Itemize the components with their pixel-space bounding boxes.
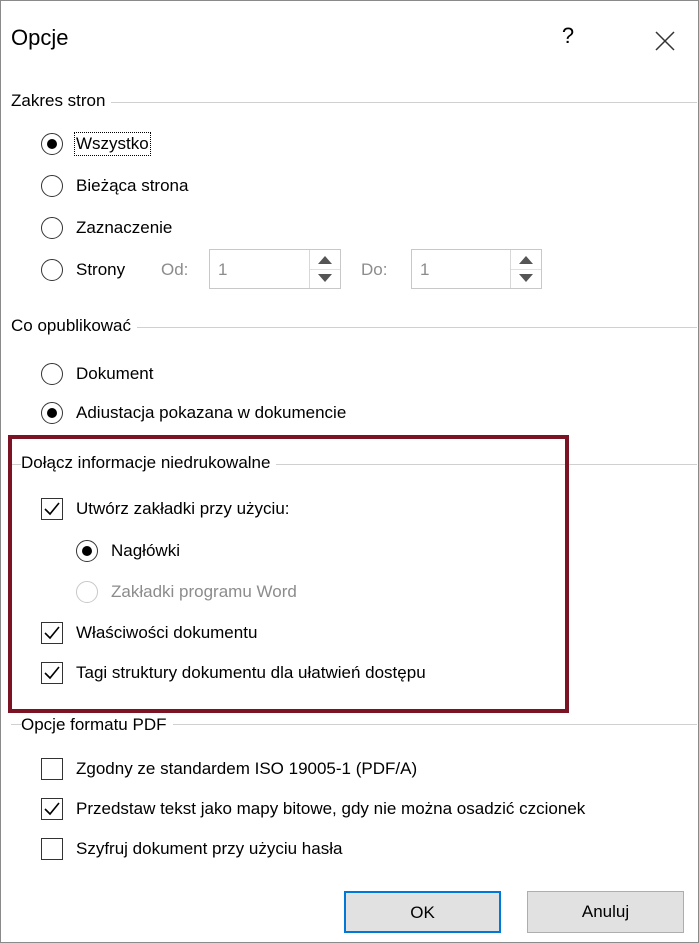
radio-all[interactable] [41,133,63,155]
checkbox-encrypt-label[interactable]: Szyfruj dokument przy użyciu hasła [76,839,342,859]
radio-markup-label[interactable]: Adiustacja pokazana w dokumencie [76,403,346,423]
arrow-down-icon [318,274,332,282]
to-label: Do: [361,260,388,279]
close-button[interactable] [641,19,689,63]
to-spinner[interactable]: 1 [411,249,542,289]
from-spinner-buttons [309,250,340,288]
radio-selection[interactable] [41,217,63,239]
checkbox-iso[interactable] [41,758,63,780]
checkbox-encrypt[interactable] [41,838,63,860]
page-range-label: Zakres stron [11,91,112,111]
radio-document[interactable] [41,363,63,385]
dialog-title: Opcje [11,25,69,50]
radio-all-label[interactable]: Wszystko [74,132,151,156]
options-dialog: Opcje ? Zakres stron Wszystko Bieżąca st… [0,0,699,943]
radio-pages-label[interactable]: Strony [76,260,125,280]
checkbox-bitmap-label[interactable]: Przedstaw tekst jako mapy bitowe, gdy ni… [76,799,585,819]
pdf-options-label: Opcje formatu PDF [21,715,173,735]
radio-current-page[interactable] [41,175,63,197]
from-increment-button[interactable] [310,250,340,270]
from-label: Od: [161,260,189,279]
arrow-up-icon [519,256,533,264]
checkbox-bitmap[interactable] [41,798,63,820]
radio-pages[interactable] [41,259,63,281]
to-increment-button[interactable] [511,250,541,270]
radio-document-label[interactable]: Dokument [76,364,153,384]
to-decrement-button[interactable] [511,269,541,288]
radio-selection-label[interactable]: Zaznaczenie [76,218,172,238]
title-bar: Opcje ? [1,1,698,85]
highlight-frame [8,435,569,713]
close-icon [655,31,675,51]
radio-current-page-label[interactable]: Bieżąca strona [76,176,188,196]
publish-what-label: Co opublikować [11,316,138,336]
help-button[interactable]: ? [553,23,583,59]
from-value[interactable]: 1 [218,260,227,280]
from-spinner[interactable]: 1 [209,249,341,289]
to-spinner-buttons [510,250,541,288]
checkmark-icon [44,802,60,816]
arrow-down-icon [519,274,533,282]
arrow-up-icon [318,256,332,264]
checkbox-iso-label[interactable]: Zgodny ze standardem ISO 19005-1 (PDF/A) [76,759,417,779]
to-value[interactable]: 1 [420,260,429,280]
group-divider [11,102,697,103]
from-decrement-button[interactable] [310,269,340,288]
radio-markup[interactable] [41,402,63,424]
ok-button[interactable]: OK [344,891,501,933]
cancel-button[interactable]: Anuluj [527,891,684,933]
